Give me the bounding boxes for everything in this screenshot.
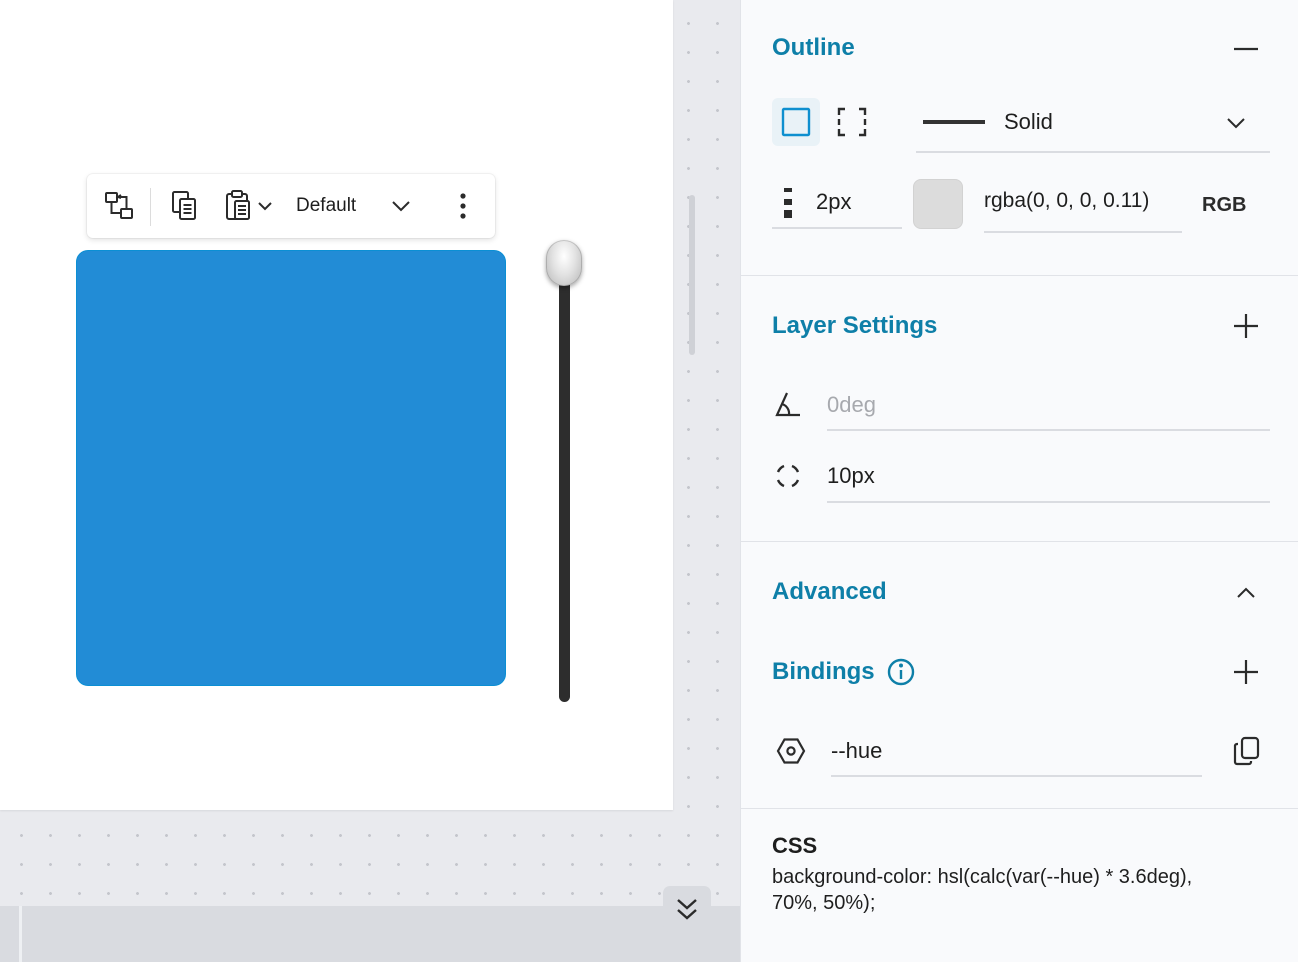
outline-dashed-mode-button[interactable] [828,98,876,146]
angle-icon [773,389,803,419]
corner-radius-icon [773,461,803,491]
add-binding-button[interactable] [1231,657,1261,687]
section-divider [741,275,1298,276]
solid-line-preview [923,120,985,124]
copy-binding-button[interactable] [1231,735,1263,767]
paste-button[interactable] [217,188,279,224]
square-outline-icon [781,107,811,137]
selected-shape[interactable] [76,250,506,686]
more-options-button[interactable] [451,188,475,224]
preset-dropdown-button[interactable] [387,188,415,224]
properties-panel: Outline Solid 2px rgba(0, 0, 0, 0.11) RG… [740,0,1298,962]
stroke-width-icon [777,186,799,218]
add-layer-setting-button[interactable] [1231,311,1261,341]
chevron-up-icon [1237,587,1255,598]
copy-button[interactable] [165,188,205,224]
floating-toolbar: Default [87,174,495,238]
copy-icon [1233,736,1260,766]
width-underline [772,227,902,229]
swap-layers-button[interactable] [99,188,139,224]
more-vertical-icon [460,193,466,219]
canvas-vertical-scrollbar[interactable] [689,195,695,355]
outline-style-select[interactable]: Solid [916,100,1270,154]
collapse-panel-button[interactable] [663,886,711,932]
rotation-underline [827,429,1270,431]
swap-icon [105,192,133,219]
section-divider [741,808,1298,809]
variable-hexagon-icon [775,735,807,767]
double-chevron-down-icon [677,899,697,920]
preset-label[interactable]: Default [296,192,356,220]
binding-underline [831,775,1202,777]
layer-settings-title[interactable]: Layer Settings [772,311,937,341]
advanced-section-title[interactable]: Advanced [772,577,887,607]
bottom-panel-bar [0,906,740,962]
outline-color-input[interactable]: rgba(0, 0, 0, 0.11) [984,187,1149,215]
color-underline [984,231,1182,233]
minus-icon [1234,47,1258,51]
bottom-bar-divider [19,906,22,962]
css-heading: CSS [772,833,818,858]
plus-icon [1234,314,1258,338]
plus-icon [1234,660,1258,684]
chevron-down-icon [392,201,410,212]
hue-slider-track[interactable] [559,262,570,702]
color-mode-toggle[interactable]: RGB [1202,192,1246,218]
outline-color-swatch[interactable] [913,179,963,229]
canvas-area[interactable]: Default [0,0,740,962]
outline-style-underline [916,151,1270,153]
bindings-title: Bindings [772,658,875,685]
paste-icon [226,190,250,220]
chevron-down-icon [1227,118,1245,129]
outline-style-value: Solid [1004,109,1053,134]
hue-slider-thumb[interactable] [546,240,582,286]
rotation-input[interactable]: 0deg [827,391,876,419]
dashed-square-icon [837,107,867,137]
collapse-advanced-button[interactable] [1231,578,1261,608]
chevron-down-icon [258,202,272,211]
outline-width-input[interactable]: 2px [816,188,851,216]
radius-input[interactable]: 10px [827,462,875,490]
outline-solid-mode-button[interactable] [772,98,820,146]
collapse-outline-button[interactable] [1231,34,1261,64]
outline-section-title[interactable]: Outline [772,33,855,63]
copy-icon [172,191,196,220]
binding-variable-input[interactable]: --hue [831,737,882,765]
bindings-info-icon[interactable] [885,656,917,688]
section-divider [741,541,1298,542]
radius-underline [827,501,1270,503]
css-code-output: background-color: hsl(calc(var(--hue) * … [772,866,1193,914]
toolbar-separator [150,188,151,226]
